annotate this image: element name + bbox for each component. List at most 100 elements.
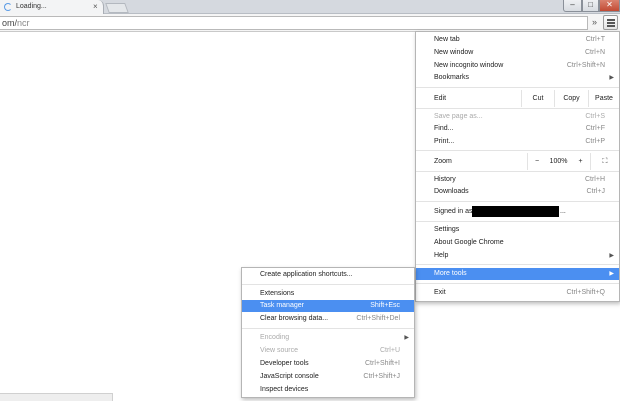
menu-item-label: Signed in as (434, 208, 473, 215)
menu-item-encoding[interactable]: Encoding ▶ (242, 332, 414, 344)
zoom-in-button[interactable]: + (571, 153, 590, 170)
menu-item-shortcut: Ctrl+P (585, 138, 605, 145)
menu-item-shortcut: Ctrl+U (379, 347, 400, 354)
maximize-button[interactable]: □ (582, 0, 599, 12)
redacted-account-box (472, 206, 559, 217)
tab-close-icon[interactable]: × (93, 2, 98, 11)
tab-title: Loading... (16, 3, 47, 10)
triangle-right-icon: ▶ (609, 271, 614, 277)
copy-button[interactable]: Copy (554, 90, 588, 107)
menu-item-save-page[interactable]: Save page as... Ctrl+S (416, 111, 619, 123)
menu-item-settings[interactable]: Settings (416, 224, 619, 236)
menu-item-bookmarks[interactable]: Bookmarks ▶ (416, 72, 619, 84)
menu-item-javascript-console[interactable]: JavaScript console Ctrl+Shift+J (242, 371, 414, 383)
menu-item-new-window[interactable]: New window Ctrl+N (416, 47, 619, 59)
extensions-overflow-icon[interactable]: » (592, 17, 597, 27)
menu-item-label: Create application shortcuts... (260, 271, 353, 278)
menu-item-inspect-devices[interactable]: Inspect devices (242, 384, 414, 396)
title-bar: Loading... × – □ ✕ (0, 0, 620, 14)
menu-item-clear-browsing-data[interactable]: Clear browsing data... Ctrl+Shift+Del (242, 313, 414, 325)
menu-separator (242, 328, 414, 329)
menu-item-new-incognito[interactable]: New incognito window Ctrl+Shift+N (416, 60, 619, 72)
menu-item-label: Edit (434, 95, 447, 102)
zoom-out-button[interactable]: − (527, 153, 546, 170)
menu-separator (416, 264, 619, 265)
status-bubble (0, 393, 113, 401)
menu-item-label: View source (260, 347, 299, 354)
menu-item-label: History (434, 176, 456, 183)
menu-item-about[interactable]: About Google Chrome (416, 237, 619, 249)
hamburger-menu-icon[interactable] (603, 15, 618, 30)
more-tools-submenu: Create application shortcuts... Extensio… (241, 267, 415, 398)
menu-item-view-source[interactable]: View source Ctrl+U (242, 345, 414, 357)
menu-item-label: Inspect devices (260, 386, 309, 393)
menu-item-label: Settings (434, 226, 460, 233)
menu-item-more-tools[interactable]: More tools ▶ (416, 268, 619, 280)
menu-item-shortcut: Ctrl+S (585, 113, 605, 120)
menu-separator (416, 150, 619, 151)
menu-item-downloads[interactable]: Downloads Ctrl+J (416, 186, 619, 198)
menu-item-label: Clear browsing data... (260, 315, 329, 322)
menu-separator (416, 87, 619, 88)
menu-item-extensions[interactable]: Extensions (242, 288, 414, 300)
loading-spinner-icon (4, 3, 12, 11)
menu-item-task-manager[interactable]: Task manager Shift+Esc (242, 300, 414, 312)
address-bar[interactable]: om/ncr (0, 16, 588, 30)
triangle-right-icon: ▶ (404, 335, 409, 341)
url-host: om/ (2, 18, 18, 28)
close-window-button[interactable]: ✕ (599, 0, 620, 12)
menu-item-exit[interactable]: Exit Ctrl+Shift+Q (416, 287, 619, 299)
url-path: ncr (17, 18, 30, 28)
fullscreen-icon[interactable]: ⛶ (590, 153, 619, 170)
minimize-button[interactable]: – (563, 0, 582, 12)
menu-item-shortcut: Ctrl+Shift+Del (356, 315, 400, 322)
menu-item-new-tab[interactable]: New tab Ctrl+T (416, 34, 619, 46)
new-tab-button[interactable] (105, 3, 129, 13)
paste-button[interactable]: Paste (588, 90, 619, 107)
menu-item-label: Extensions (260, 290, 295, 297)
menu-separator (242, 284, 414, 285)
menu-item-label: Print... (434, 138, 455, 145)
menu-item-label: New window (434, 49, 474, 56)
menu-item-history[interactable]: History Ctrl+H (416, 174, 619, 186)
menu-item-label: New tab (434, 36, 460, 43)
menu-item-shortcut: Shift+Esc (370, 302, 400, 309)
menu-item-label: Encoding (260, 334, 290, 341)
tab-loading[interactable]: Loading... × (0, 0, 104, 14)
menu-item-help[interactable]: Help ▶ (416, 250, 619, 262)
menu-separator (416, 171, 619, 172)
menu-item-shortcut: Ctrl+H (584, 176, 605, 183)
menu-separator (416, 108, 619, 109)
menu-item-shortcut: Ctrl+F (585, 125, 605, 132)
menu-item-shortcut: Ctrl+J (586, 188, 605, 195)
zoom-level: 100% (549, 158, 568, 165)
menu-item-developer-tools[interactable]: Developer tools Ctrl+Shift+I (242, 358, 414, 370)
menu-item-label: Bookmarks (434, 74, 470, 81)
menu-separator (416, 283, 619, 284)
menu-item-shortcut: Ctrl+T (585, 36, 605, 43)
menu-item-label: Exit (434, 289, 446, 296)
menu-item-label: New incognito window (434, 62, 504, 69)
menu-item-print[interactable]: Print... Ctrl+P (416, 136, 619, 148)
menu-item-shortcut: Ctrl+Shift+I (364, 360, 400, 367)
menu-item-shortcut: Ctrl+Shift+Q (566, 289, 605, 296)
chrome-main-menu: New tab Ctrl+T New window Ctrl+N New incog… (415, 31, 620, 302)
browser-toolbar: om/ncr » (0, 14, 620, 32)
menu-item-label: Save page as... (434, 113, 483, 120)
cut-button[interactable]: Cut (521, 90, 554, 107)
menu-item-label: JavaScript console (260, 373, 319, 380)
url-text: om/ncr (2, 18, 30, 28)
menu-item-create-shortcuts[interactable]: Create application shortcuts... (242, 269, 414, 281)
menu-item-label: Help (434, 252, 449, 259)
menu-item-suffix: ... (560, 208, 566, 215)
menu-item-shortcut: Ctrl+Shift+N (566, 62, 605, 69)
menu-item-label: Developer tools (260, 360, 309, 367)
menu-separator (416, 221, 619, 222)
menu-item-label: Find... (434, 125, 454, 132)
menu-item-signed-in[interactable]: Signed in as ... (416, 206, 619, 218)
menu-item-find[interactable]: Find... Ctrl+F (416, 123, 619, 135)
menu-item-label: Task manager (260, 302, 304, 309)
menu-item-label: Zoom (434, 158, 452, 165)
triangle-right-icon: ▶ (609, 75, 614, 81)
menu-item-shortcut: Ctrl+N (584, 49, 605, 56)
